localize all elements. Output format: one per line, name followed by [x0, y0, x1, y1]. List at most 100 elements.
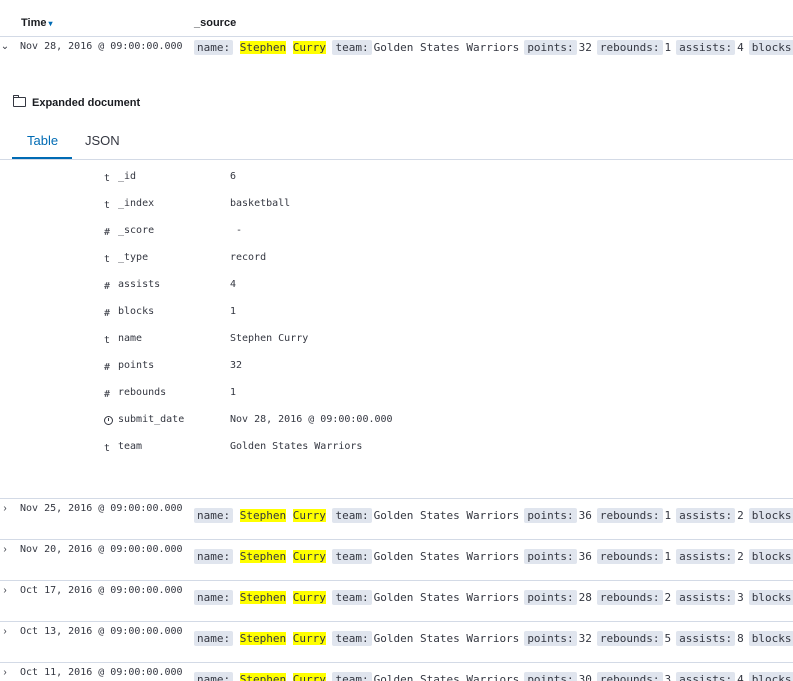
row-timestamp: Oct 11, 2016 @ 09:00:00.000: [20, 667, 183, 678]
source-key-rebounds: rebounds:: [596, 631, 663, 646]
field-value: Stephen Curry: [230, 333, 309, 344]
source-value-assists: 4: [737, 41, 744, 54]
source-value-rebounds: 1: [664, 509, 672, 522]
field-name: blocks: [118, 306, 155, 317]
source-key-rebounds: rebounds:: [596, 508, 663, 523]
source-key-assists: assists:: [676, 40, 736, 55]
source-key-assists: assists:: [676, 549, 736, 564]
source-key-blocks: blocks:: [748, 631, 793, 646]
field-name: _type: [118, 252, 149, 263]
source-key-points: points:: [524, 631, 577, 646]
table-row: › Nov 25, 2016 @ 09:00:00.000 name: Step…: [0, 498, 793, 540]
field-value: 4: [230, 279, 237, 290]
doc-field-row: # blocks 1: [0, 301, 793, 328]
source-key-blocks: blocks:: [748, 549, 793, 564]
row-source: name: Stephen Curry team: Golden States W…: [194, 631, 793, 647]
source-key-team: team:: [332, 549, 372, 564]
source-key-team: team:: [332, 590, 372, 605]
source-value-points: 36: [578, 550, 592, 563]
chevron-down-icon[interactable]: ⌄: [0, 41, 10, 52]
source-key-name: name:: [194, 508, 234, 523]
row-source: name: Stephen Curry team: Golden States W…: [194, 549, 793, 565]
clock-icon: [104, 416, 113, 427]
source-key-team: team:: [332, 508, 372, 523]
table-row: › Oct 13, 2016 @ 09:00:00.000 name: Step…: [0, 621, 793, 663]
source-key-name: name:: [194, 549, 234, 564]
highlight-first-name: Stephen: [239, 591, 287, 604]
doc-field-row: t name Stephen Curry: [0, 328, 793, 355]
source-key-points: points:: [524, 40, 577, 55]
highlight-last-name: Curry: [292, 509, 326, 522]
source-key-name: name:: [194, 631, 234, 646]
number-type-icon: #: [104, 227, 111, 238]
field-name: assists: [118, 279, 161, 290]
highlight-last-name: Curry: [292, 41, 326, 54]
source-key-blocks: blocks:: [748, 590, 793, 605]
field-value: 1: [230, 387, 237, 398]
source-value-team: Golden States Warriors: [373, 632, 520, 645]
row-source: name: Stephen Curry team: Golden States W…: [194, 590, 793, 606]
doc-field-row: t _index basketball: [0, 193, 793, 220]
chevron-right-icon[interactable]: ›: [0, 667, 10, 678]
field-value: 6: [230, 171, 237, 182]
chevron-right-icon[interactable]: ›: [0, 585, 10, 596]
highlight-first-name: Stephen: [239, 41, 287, 54]
source-key-name: name:: [194, 590, 234, 605]
number-type-icon: #: [104, 362, 111, 373]
string-type-icon: t: [104, 335, 111, 346]
table-row: › Oct 17, 2016 @ 09:00:00.000 name: Step…: [0, 580, 793, 622]
chevron-right-icon[interactable]: ›: [0, 626, 10, 637]
source-value-points: 36: [578, 509, 592, 522]
string-type-icon: t: [104, 254, 111, 265]
source-value-team: Golden States Warriors: [373, 41, 520, 54]
expanded-document-title: Expanded document: [13, 95, 140, 109]
number-type-icon: #: [104, 308, 111, 319]
doc-view-tabs: Table JSON: [0, 124, 793, 160]
chevron-right-icon[interactable]: ›: [0, 503, 10, 514]
field-value: record: [230, 252, 267, 263]
source-value-team: Golden States Warriors: [373, 591, 520, 604]
table-row: › Nov 20, 2016 @ 09:00:00.000 name: Step…: [0, 539, 793, 581]
doc-field-row: submit_date Nov 28, 2016 @ 09:00:00.000: [0, 409, 793, 436]
table-row: ⌄ Nov 28, 2016 @ 09:00:00.000 name: Step…: [0, 37, 793, 92]
source-key-blocks: blocks:: [748, 40, 793, 55]
source-value-assists: 2: [737, 550, 744, 563]
field-value: 32: [230, 360, 243, 371]
tab-table[interactable]: Table: [27, 133, 58, 148]
number-type-icon: #: [104, 389, 111, 400]
source-key-team: team:: [332, 631, 372, 646]
field-name: rebounds: [118, 387, 167, 398]
highlight-first-name: Stephen: [239, 509, 287, 522]
table-header: Time ▾ _source: [0, 0, 793, 37]
doc-field-row: t team Golden States Warriors: [0, 436, 793, 463]
field-name: points: [118, 360, 155, 371]
chevron-right-icon[interactable]: ›: [0, 544, 10, 555]
row-source: name: Stephen Curry team: Golden States W…: [194, 508, 793, 524]
doc-field-row: # rebounds 1: [0, 382, 793, 409]
field-name: team: [118, 441, 143, 452]
doc-field-row: # _score -: [0, 220, 793, 247]
row-timestamp: Nov 20, 2016 @ 09:00:00.000: [20, 544, 183, 555]
field-value: -: [230, 225, 243, 236]
field-value: basketball: [230, 198, 291, 209]
tab-json[interactable]: JSON: [85, 133, 120, 148]
source-value-points: 28: [578, 591, 592, 604]
source-value-team: Golden States Warriors: [373, 509, 520, 522]
string-type-icon: t: [104, 200, 111, 211]
row-timestamp: Oct 13, 2016 @ 09:00:00.000: [20, 626, 183, 637]
source-value-rebounds: 2: [664, 591, 672, 604]
source-value-assists: 3: [737, 591, 744, 604]
highlight-first-name: Stephen: [239, 632, 287, 645]
row-timestamp: Oct 17, 2016 @ 09:00:00.000: [20, 585, 183, 596]
folder-open-icon: [13, 95, 26, 107]
source-value-assists: 2: [737, 509, 744, 522]
field-name: name: [118, 333, 143, 344]
doc-field-row: t _type record: [0, 247, 793, 274]
string-type-icon: t: [104, 173, 111, 184]
sort-down-icon[interactable]: ▾: [48, 19, 52, 28]
source-key-name: name:: [194, 40, 234, 55]
source-value-points: 32: [578, 632, 592, 645]
source-key-assists: assists:: [676, 590, 736, 605]
field-name: _index: [118, 198, 155, 209]
time-column-header[interactable]: Time ▾: [21, 17, 53, 29]
